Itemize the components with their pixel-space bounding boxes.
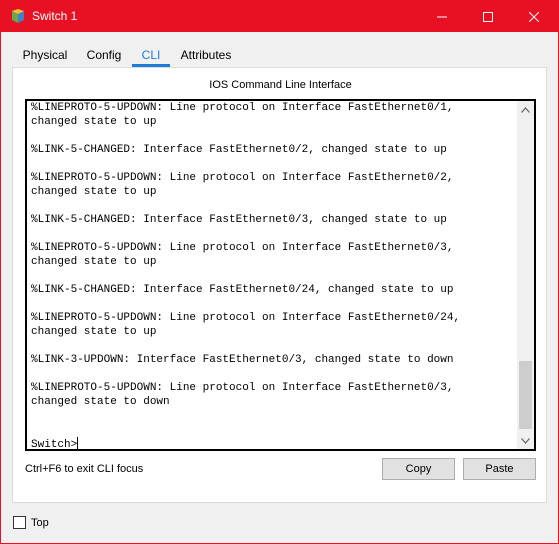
maximize-button[interactable] — [465, 1, 511, 32]
terminal-output[interactable]: %LINEPROTO-5-UPDOWN: Line protocol on In… — [31, 101, 517, 449]
tab-attributes[interactable]: Attributes — [174, 43, 238, 67]
terminal-line: %LINEPROTO-5-UPDOWN: Line protocol on In… — [31, 312, 461, 324]
terminal-line: changed state to down — [31, 396, 170, 408]
tab-config[interactable]: Config — [78, 43, 130, 67]
tab-physical[interactable]: Physical — [12, 43, 78, 67]
copy-button[interactable]: Copy — [382, 458, 455, 480]
terminal-scrollbar[interactable] — [517, 101, 534, 449]
title-bar[interactable]: Switch 1 — [1, 1, 558, 32]
window-title: Switch 1 — [32, 9, 78, 23]
terminal-line: %LINEPROTO-5-UPDOWN: Line protocol on In… — [31, 382, 454, 394]
terminal-line: changed state to up — [31, 326, 157, 338]
chevron-down-icon — [521, 437, 530, 444]
minimize-button[interactable] — [419, 1, 465, 32]
terminal-line: %LINK-3-UPDOWN: Interface FastEthernet0/… — [31, 354, 454, 366]
paste-button[interactable]: Paste — [463, 458, 536, 480]
panel-heading: IOS Command Line Interface — [209, 79, 352, 91]
close-icon — [529, 11, 539, 22]
terminal-line: %LINEPROTO-5-UPDOWN: Line protocol on In… — [31, 102, 454, 114]
minimize-icon — [437, 16, 447, 17]
terminal-line: changed state to up — [31, 186, 157, 198]
switch-window: Switch 1 Physical Config CLI Attributes … — [0, 0, 559, 544]
terminal-line: changed state to up — [31, 256, 157, 268]
terminal-line: %LINEPROTO-5-UPDOWN: Line protocol on In… — [31, 172, 454, 184]
terminal-line: %LINEPROTO-5-UPDOWN: Line protocol on In… — [31, 242, 454, 254]
cli-terminal[interactable]: %LINEPROTO-5-UPDOWN: Line protocol on In… — [25, 99, 536, 451]
terminal-line: changed state to up — [31, 116, 157, 128]
maximize-icon — [483, 11, 493, 22]
text-cursor — [77, 437, 79, 449]
terminal-line: %LINK-5-CHANGED: Interface FastEthernet0… — [31, 144, 447, 156]
scroll-thumb[interactable] — [519, 361, 532, 429]
top-checkbox-label: Top — [31, 517, 49, 529]
switch-app-icon — [12, 9, 24, 23]
close-button[interactable] — [511, 1, 557, 32]
terminal-line: Switch> — [31, 437, 79, 449]
scroll-up-button[interactable] — [517, 101, 534, 118]
chevron-up-icon — [521, 106, 530, 113]
tab-bar: Physical Config CLI Attributes — [12, 43, 547, 67]
terminal-line: %LINK-5-CHANGED: Interface FastEthernet0… — [31, 284, 454, 296]
cli-focus-hint: Ctrl+F6 to exit CLI focus — [25, 463, 144, 475]
scroll-down-button[interactable] — [517, 432, 534, 449]
terminal-line: %LINK-5-CHANGED: Interface FastEthernet0… — [31, 214, 447, 226]
top-checkbox[interactable] — [13, 516, 26, 529]
tab-cli[interactable]: CLI — [132, 43, 170, 67]
